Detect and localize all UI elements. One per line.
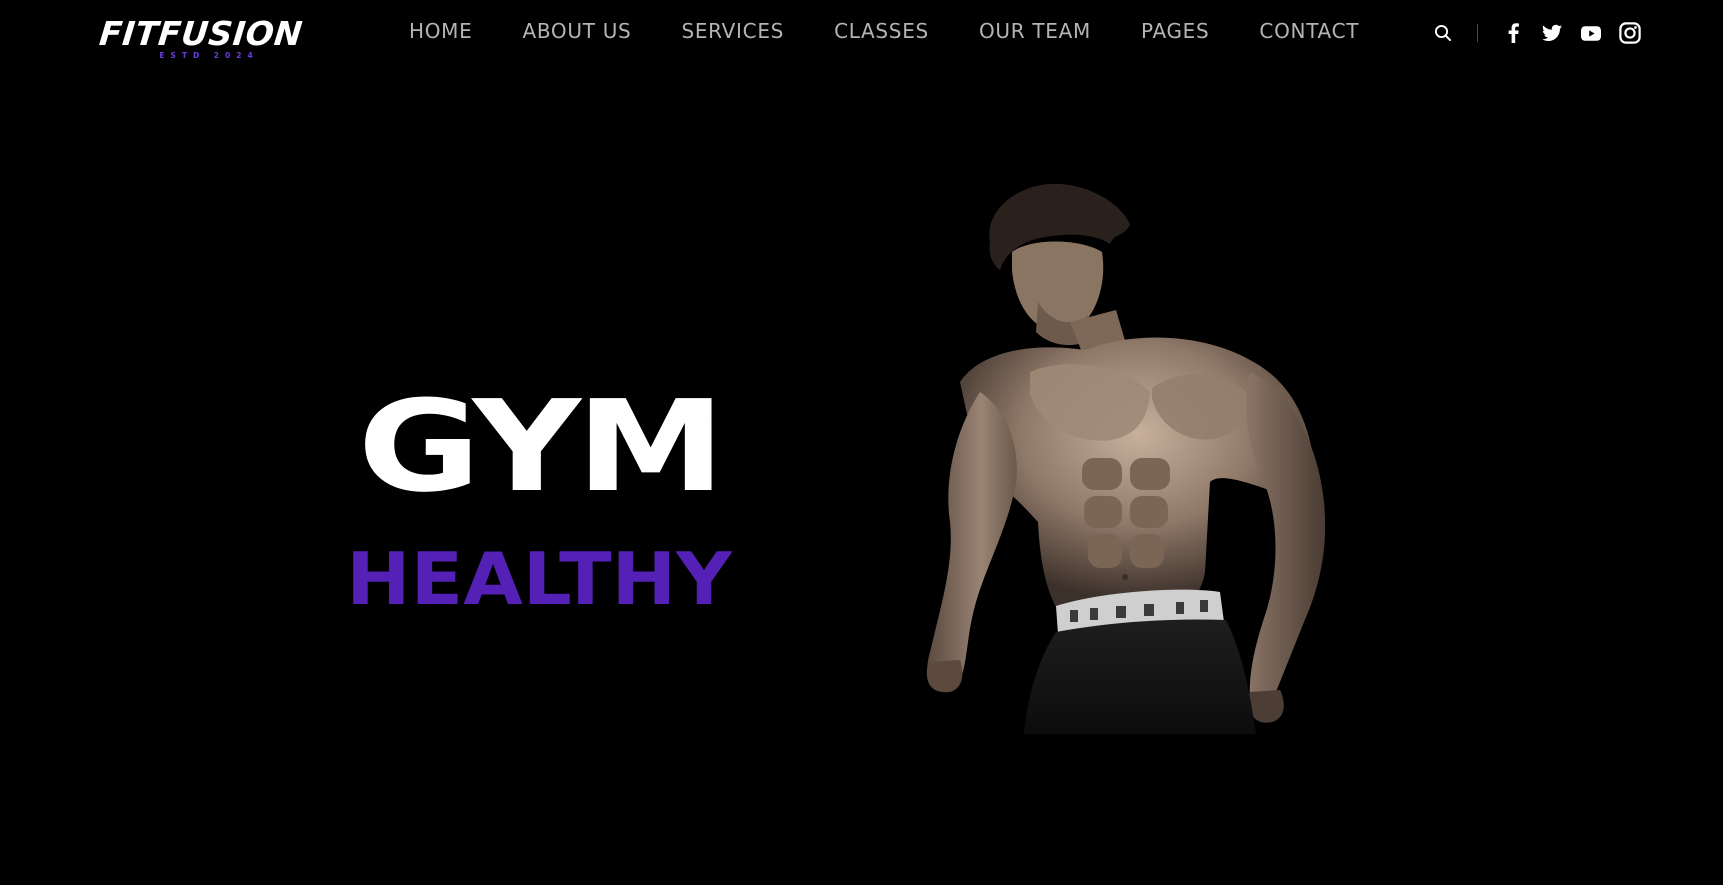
hero-image <box>920 182 1340 734</box>
hero-title: GYM <box>357 374 726 521</box>
instagram-icon[interactable] <box>1619 22 1641 44</box>
logo-wordmark: FITFUSION <box>97 14 305 53</box>
facebook-icon[interactable] <box>1502 22 1524 44</box>
header-divider <box>1477 24 1478 42</box>
search-icon[interactable] <box>1432 22 1454 44</box>
twitter-icon[interactable] <box>1541 22 1563 44</box>
brand-logo[interactable]: FITFUSION ESTD 2024 <box>76 14 326 66</box>
nav-classes[interactable]: CLASSES <box>834 19 929 43</box>
nav-about-us[interactable]: ABOUT US <box>522 19 631 43</box>
nav-contact[interactable]: CONTACT <box>1259 19 1359 43</box>
youtube-icon[interactable] <box>1580 22 1602 44</box>
nav-home[interactable]: HOME <box>409 19 472 43</box>
hero-subtitle: HEALTHY <box>346 538 732 622</box>
social-links <box>1502 22 1641 44</box>
nav-pages[interactable]: PAGES <box>1141 19 1209 43</box>
header-tools <box>1432 20 1641 46</box>
nav-services[interactable]: SERVICES <box>681 19 784 43</box>
main-nav: HOME ABOUT US SERVICES CLASSES OUR TEAM … <box>409 18 1359 44</box>
page: FITFUSION ESTD 2024 HOME ABOUT US SERVIC… <box>0 0 1723 885</box>
muscular-man-photo <box>926 183 1326 734</box>
nav-our-team[interactable]: OUR TEAM <box>979 19 1091 43</box>
